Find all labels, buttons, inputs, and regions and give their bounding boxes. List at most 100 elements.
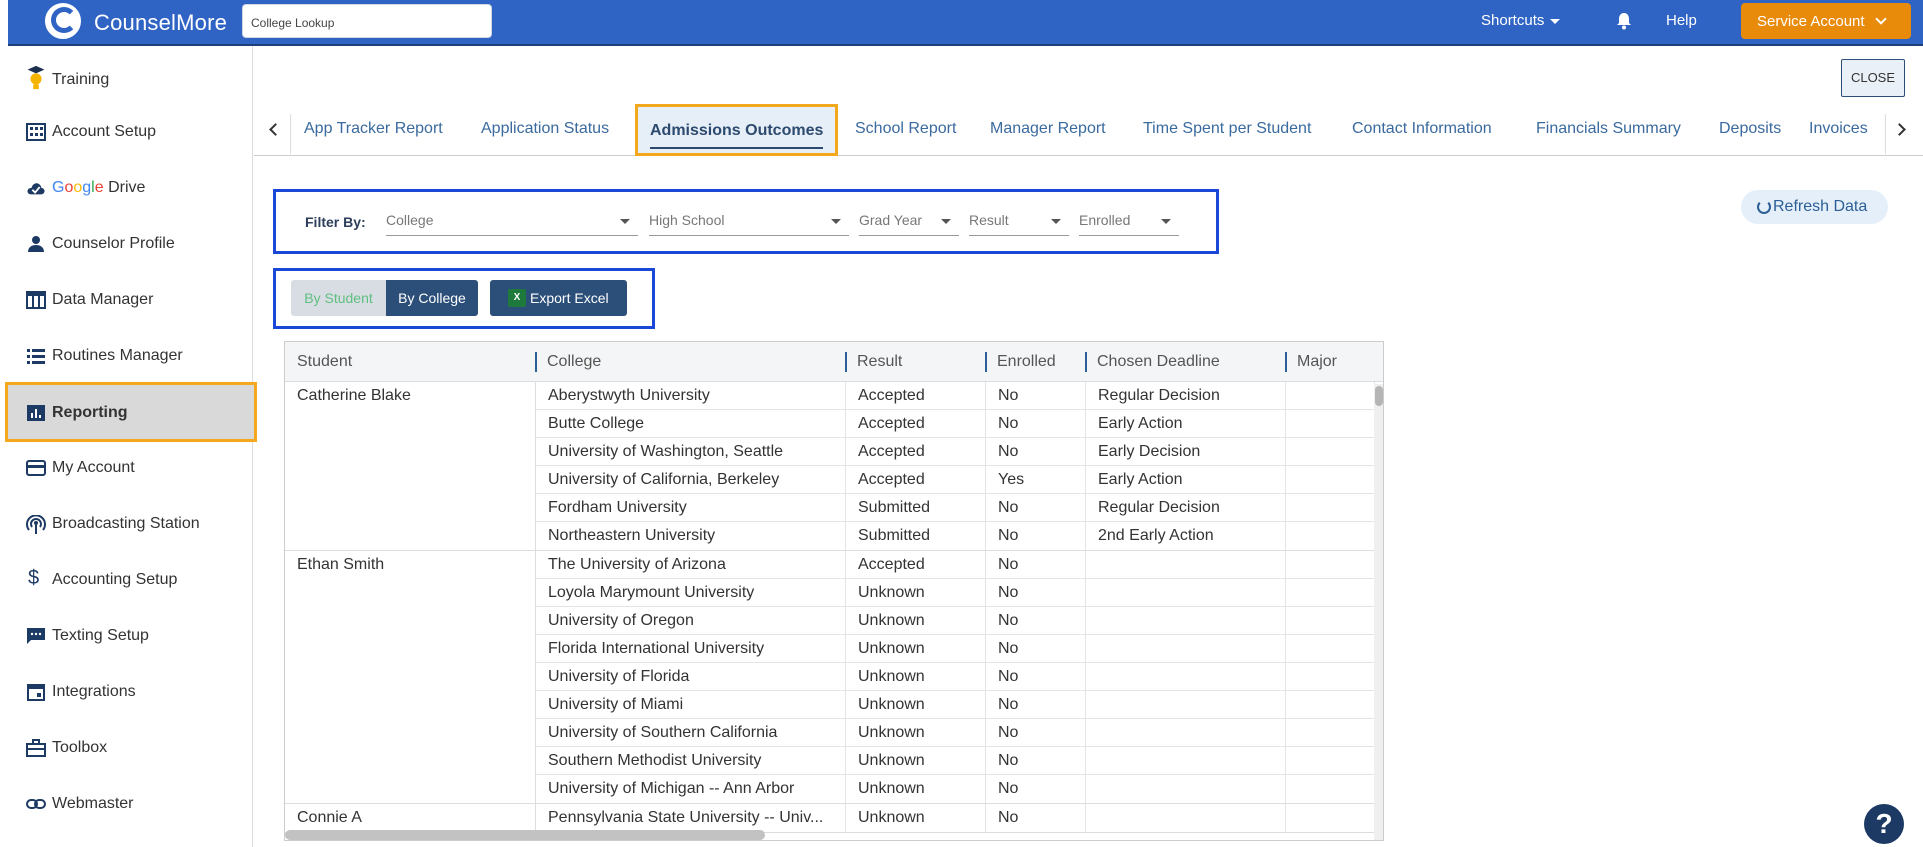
tab-manager-report[interactable]: Manager Report (990, 120, 1106, 138)
table-row[interactable]: University of Washington, Seattle Accepte… (536, 438, 1383, 466)
cell-major (1286, 551, 1375, 579)
horizontal-scrollbar[interactable] (285, 830, 765, 840)
sidebar-item-data-manager[interactable]: Data Manager (0, 276, 253, 324)
table-row[interactable]: Loyola Marymount University Unknown No (536, 579, 1383, 607)
table-row[interactable]: Pennsylvania State University -- Univ...… (536, 804, 1383, 832)
table-row[interactable]: University of Florida Unknown No (536, 663, 1383, 691)
column-header-student[interactable]: Student (285, 342, 352, 382)
college-filter-dropdown[interactable]: College (386, 206, 638, 236)
view-toolbar: By Student By College X Export Excel (273, 268, 655, 329)
sidebar-item-label: Integrations (52, 683, 136, 700)
cell-college: The University of Arizona (536, 551, 846, 579)
by-college-toggle[interactable]: By College (386, 280, 478, 316)
sidebar-item-reporting[interactable]: Reporting (5, 382, 257, 442)
cell-result: Unknown (846, 747, 986, 775)
export-label: Export Excel (530, 290, 609, 306)
table-row[interactable]: Aberystwyth University Accepted No Regular … (536, 382, 1383, 410)
cell-college: Fordham University (536, 494, 846, 522)
shortcuts-menu[interactable]: Shortcuts (1481, 12, 1561, 29)
cell-enrolled: No (986, 691, 1086, 719)
sidebar-item-training[interactable]: Training (0, 56, 253, 104)
table-row[interactable]: Fordham University Submitted No Regular Dec… (536, 494, 1383, 522)
column-header-college[interactable]: College (535, 342, 601, 382)
tabs-scroll-right-button[interactable] (1887, 110, 1921, 150)
sidebar-item-my-account[interactable]: My Account (0, 444, 253, 492)
sidebar-item-broadcasting-station[interactable]: Broadcasting Station (0, 500, 253, 548)
service-account-button[interactable]: Service Account (1741, 3, 1911, 39)
cell-college: University of Miami (536, 691, 846, 719)
cell-student[interactable]: Ethan Smith (285, 551, 535, 574)
tab-admissions-outcomes[interactable]: Admissions Outcomes (635, 104, 839, 156)
table-row[interactable]: University of Southern California Unknown… (536, 719, 1383, 747)
cell-deadline: Early Decision (1086, 438, 1286, 466)
sidebar-item-account-setup[interactable]: Account Setup (0, 108, 253, 156)
table-row[interactable]: Butte College Accepted No Early Action (536, 410, 1383, 438)
table-row[interactable]: University of Miami Unknown No (536, 691, 1383, 719)
vertical-scrollbar[interactable] (1374, 384, 1383, 840)
table-row[interactable]: Southern Methodist University Unknown No (536, 747, 1383, 775)
cell-student[interactable]: Catherine Blake (285, 382, 535, 405)
sidebar-item-label: Broadcasting Station (52, 515, 200, 532)
sidebar-item-label: Data Manager (52, 291, 154, 308)
sidebar-item-webmaster[interactable]: Webmaster (0, 780, 253, 828)
column-header-chosen-deadline[interactable]: Chosen Deadline (1085, 342, 1220, 382)
by-student-toggle[interactable]: By Student (291, 280, 386, 316)
caret-down-icon (1161, 219, 1171, 224)
tab-deposits[interactable]: Deposits (1719, 120, 1781, 138)
cell-student[interactable]: Connie A (285, 804, 535, 827)
tab-invoices[interactable]: Invoices (1809, 120, 1868, 138)
counselmore-logo-icon[interactable] (42, 0, 84, 42)
dropdown-placeholder: College (386, 212, 434, 228)
high-school-filter-dropdown[interactable]: High School (649, 206, 849, 236)
sidebar-item-accounting-setup[interactable]: $ Accounting Setup (0, 556, 253, 604)
sidebar-item-integrations[interactable]: Integrations (0, 668, 253, 716)
grad-year-filter-dropdown[interactable]: Grad Year (859, 206, 959, 236)
bell-icon[interactable] (1616, 12, 1632, 30)
table-row[interactable]: Florida International University Unknown N… (536, 635, 1383, 663)
cell-college: University of Southern California (536, 719, 846, 747)
enrolled-filter-dropdown[interactable]: Enrolled (1079, 206, 1179, 236)
sidebar-item-label: Texting Setup (52, 627, 149, 644)
tab-financials-summary[interactable]: Financials Summary (1536, 120, 1681, 138)
caret-down-icon (620, 219, 630, 224)
tab-time-spent-per-student[interactable]: Time Spent per Student (1143, 120, 1311, 138)
broadcast-icon (26, 515, 46, 534)
caret-down-icon (1051, 219, 1061, 224)
result-filter-dropdown[interactable]: Result (969, 206, 1069, 236)
column-header-result[interactable]: Result (845, 342, 902, 382)
tabs-scroll-left-button[interactable] (258, 110, 292, 150)
column-header-major[interactable]: Major (1285, 342, 1337, 382)
cell-deadline (1086, 579, 1286, 607)
tab-app-tracker-report[interactable]: App Tracker Report (304, 120, 443, 138)
sidebar-item-toolbox[interactable]: Toolbox (0, 724, 253, 772)
sidebar-item-counselor-profile[interactable]: Counselor Profile (0, 220, 253, 268)
cell-college: Northeastern University (536, 522, 846, 550)
tab-school-report[interactable]: School Report (855, 120, 956, 138)
cell-deadline: Regular Decision (1086, 494, 1286, 522)
cell-result: Submitted (846, 522, 986, 550)
sidebar-item-google-drive[interactable]: Google Drive (0, 164, 253, 212)
top-bar: CounselMore College Lookup Shortcuts Hel… (8, 0, 1923, 46)
help-link[interactable]: Help (1666, 12, 1697, 29)
sidebar-item-label: Google Drive (52, 179, 146, 196)
scrollbar-thumb[interactable] (1375, 386, 1383, 406)
table-row[interactable]: The University of Arizona Accepted No (536, 551, 1383, 579)
column-header-enrolled[interactable]: Enrolled (985, 342, 1056, 382)
table-row[interactable]: University of California, Berkeley Accept… (536, 466, 1383, 494)
college-lookup-input[interactable]: College Lookup (242, 4, 492, 38)
cell-result: Accepted (846, 382, 986, 410)
close-button[interactable]: CLOSE (1841, 59, 1905, 97)
help-button[interactable]: ? (1864, 804, 1904, 844)
table-row[interactable]: Northeastern University Submitted No 2nd Ea… (536, 522, 1383, 550)
export-excel-button[interactable]: X Export Excel (490, 280, 627, 316)
table-icon (26, 291, 46, 309)
table-row[interactable]: University of Michigan -- Ann Arbor Unkno… (536, 775, 1383, 803)
table-row[interactable]: University of Oregon Unknown No (536, 607, 1383, 635)
cell-deadline (1086, 804, 1286, 832)
tab-contact-information[interactable]: Contact Information (1352, 120, 1492, 138)
tab-application-status[interactable]: Application Status (481, 120, 609, 138)
sidebar-item-texting-setup[interactable]: Texting Setup (0, 612, 253, 660)
refresh-data-button[interactable]: Refresh Data (1741, 190, 1888, 224)
sidebar-item-routines-manager[interactable]: Routines Manager (0, 332, 253, 380)
cell-college: University of Oregon (536, 607, 846, 635)
